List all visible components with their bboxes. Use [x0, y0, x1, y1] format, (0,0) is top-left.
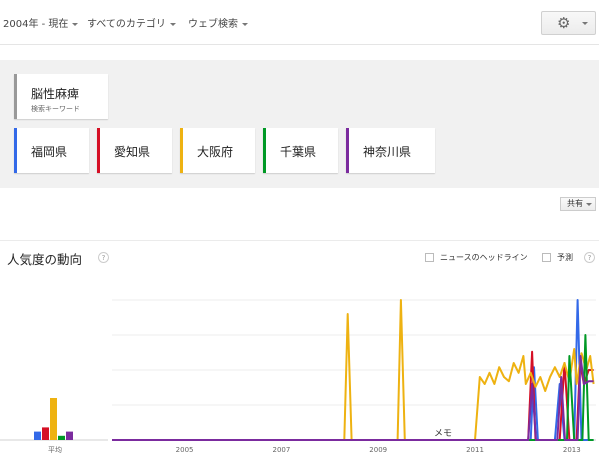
search-type-label: ウェブ検索 [188, 19, 238, 30]
average-label: 平均 [48, 445, 62, 454]
keyword-text: 脳性麻痺 [31, 87, 80, 101]
forecast-checkbox[interactable] [542, 253, 551, 262]
share-button[interactable]: 共有 [560, 197, 596, 211]
share-label: 共有 [567, 199, 583, 208]
term-label: 千葉県 [280, 145, 317, 159]
search-terms-panel: 脳性麻痺 検索キーワード 福岡県 愛知県 大阪府 千葉県 神奈川県 [0, 60, 599, 188]
keyword-card[interactable]: 脳性麻痺 検索キーワード [14, 74, 108, 119]
time-filter-label: 2004年 - 現在 [3, 19, 69, 30]
term-label: 福岡県 [31, 145, 68, 159]
gear-icon: ⚙ [557, 14, 571, 32]
term-card-fukuoka[interactable]: 福岡県 [14, 128, 89, 173]
chevron-down-icon [72, 22, 79, 26]
chevron-down-icon [242, 22, 248, 26]
x-tick-label: 2009 [369, 446, 387, 454]
average-bar [42, 427, 49, 440]
term-label: 大阪府 [197, 145, 234, 159]
series-line [112, 334, 594, 441]
forecast-label: 予測 [557, 253, 573, 262]
settings-button[interactable]: ⚙ [541, 11, 596, 35]
time-filter-dropdown[interactable]: 2004年 - 現在 [3, 15, 79, 30]
chevron-down-icon [582, 22, 588, 25]
x-tick-label: 2005 [176, 446, 194, 454]
chevron-down-icon [586, 203, 592, 206]
series-line [112, 355, 594, 441]
news-headlines-checkbox[interactable] [425, 253, 434, 262]
x-tick-label: 2013 [563, 446, 581, 454]
category-filter-label: すべてのカテゴリ [87, 19, 166, 30]
average-bar [34, 431, 41, 440]
filter-bar: 2004年 - 現在 すべてのカテゴリ ウェブ検索 ⚙ [0, 0, 599, 45]
help-icon[interactable]: ? [584, 252, 595, 263]
average-bar [50, 398, 57, 440]
interest-over-time-header: 人気度の動向 ? ニュースのヘッドライン 予測 ? [0, 240, 599, 271]
keyword-sublabel: 検索キーワード [31, 105, 80, 113]
search-type-dropdown[interactable]: ウェブ検索 [188, 15, 248, 30]
term-card-osaka[interactable]: 大阪府 [180, 128, 255, 173]
section-title: 人気度の動向 [7, 252, 83, 267]
chart-annotation-memo[interactable]: メモ [434, 429, 452, 439]
interest-over-time-chart: 2005 2007 2009 2011 2013 平均 メモ [0, 299, 596, 454]
x-tick-label: 2007 [272, 446, 290, 454]
x-tick-label: 2011 [466, 446, 484, 454]
category-filter-dropdown[interactable]: すべてのカテゴリ [87, 15, 176, 30]
x-axis-tick-labels: 2005 2007 2009 2011 2013 [176, 446, 581, 454]
term-card-chiba[interactable]: 千葉県 [263, 128, 338, 173]
term-card-kanagawa[interactable]: 神奈川県 [346, 128, 435, 173]
chevron-down-icon [169, 22, 176, 26]
term-label: 神奈川県 [363, 145, 412, 159]
term-label: 愛知県 [114, 145, 151, 159]
average-bar-chart [34, 398, 73, 440]
average-bar [66, 431, 73, 440]
average-bar [58, 435, 65, 440]
term-card-aichi[interactable]: 愛知県 [97, 128, 172, 173]
chart-gridlines [0, 299, 596, 441]
help-icon[interactable]: ? [98, 252, 109, 263]
news-headlines-label: ニュースのヘッドライン [440, 253, 528, 262]
